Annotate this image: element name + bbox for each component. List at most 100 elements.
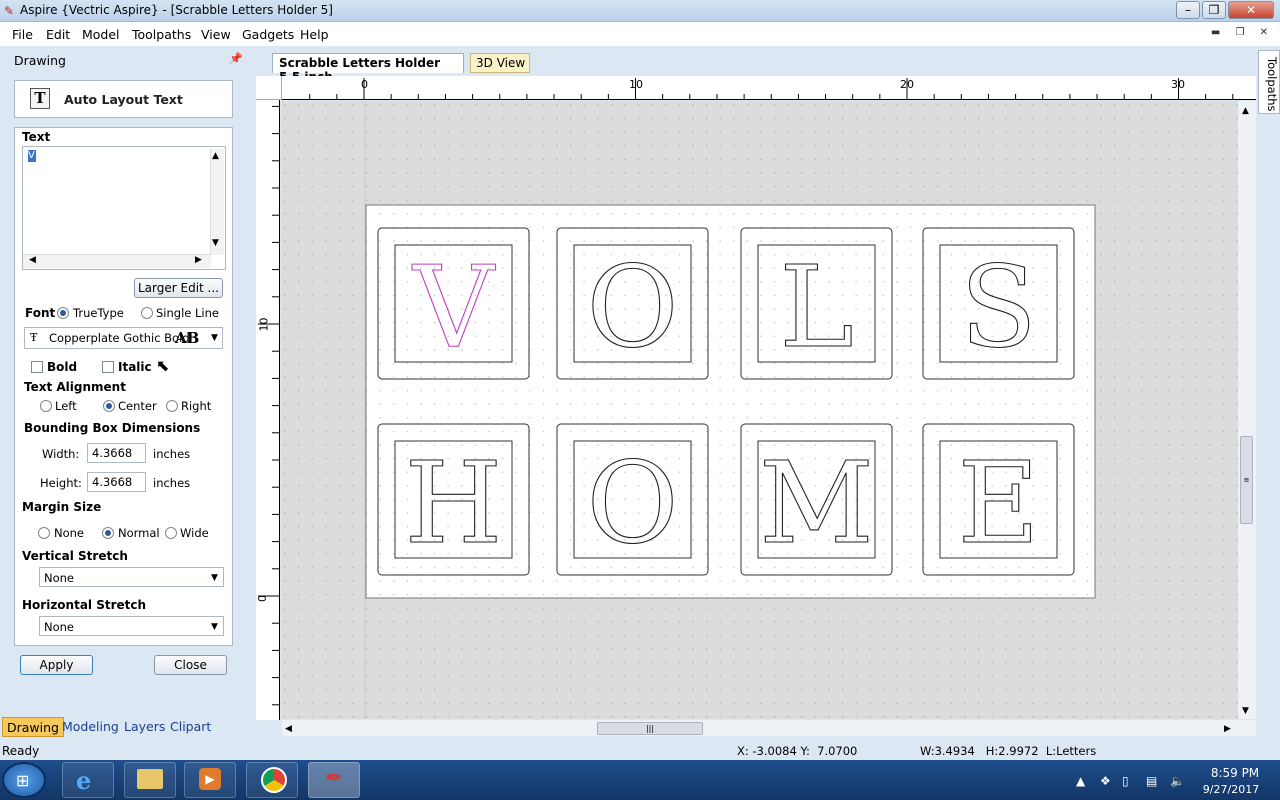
vstretch-label: Vertical Stretch <box>22 549 128 563</box>
vertical-scrollbar[interactable] <box>1238 101 1256 719</box>
vscroll-thumb[interactable]: ≡ <box>1240 436 1253 524</box>
menu-gadgets[interactable]: Gadgets <box>242 27 294 42</box>
chrome-icon <box>261 767 287 793</box>
tile-letter: O <box>587 243 679 373</box>
italic-checkbox[interactable] <box>102 361 114 373</box>
tile-letter: M <box>759 439 874 569</box>
bold-checkbox[interactable] <box>31 361 43 373</box>
tile-letter: H <box>405 439 503 569</box>
width-label: Width: <box>42 447 80 461</box>
chevron-down-icon[interactable]: ▼ <box>211 573 218 583</box>
tile-letter: V <box>411 243 496 373</box>
tile-letter: L <box>779 243 853 373</box>
height-field[interactable]: 4.3668 <box>87 472 146 492</box>
chevron-down-icon[interactable]: ▼ <box>211 622 218 632</box>
folder-icon <box>137 769 163 789</box>
scroll-down-icon[interactable]: ▼ <box>212 238 219 248</box>
larger-edit-button[interactable]: Larger Edit ... <box>134 278 223 298</box>
margin-normal-radio[interactable] <box>102 527 114 539</box>
vstretch-value: None <box>44 571 75 585</box>
width-units: inches <box>153 447 191 461</box>
tab-layers[interactable]: Layers <box>120 717 169 737</box>
cursor-coords: X: -3.0084 Y: 7.0700 <box>737 744 858 758</box>
align-right-radio[interactable] <box>166 400 178 412</box>
minimize-button[interactable]: – <box>1176 1 1200 19</box>
tab-drawing[interactable]: Drawing <box>2 717 64 737</box>
bbox-label: Bounding Box Dimensions <box>24 421 201 435</box>
dropbox-icon[interactable]: ❖ <box>1100 774 1111 788</box>
tab-modeling[interactable]: Modeling <box>58 717 123 737</box>
truetype-label: TrueType <box>73 306 124 320</box>
scroll-right-icon[interactable]: ▶ <box>195 255 202 265</box>
volume-icon[interactable]: 🔈 <box>1170 774 1185 788</box>
close-window-button[interactable]: ✕ <box>1228 1 1274 19</box>
tab-3d-view[interactable]: 3D View <box>470 53 530 73</box>
chevron-down-icon[interactable]: ▼ <box>211 333 218 343</box>
menu-edit[interactable]: Edit <box>46 27 70 42</box>
toolpaths-side-tab[interactable]: Toolpaths <box>1258 50 1280 114</box>
aspire-app-icon: ✎ <box>4 4 15 18</box>
close-button[interactable]: Close <box>154 655 227 675</box>
scroll-down-icon[interactable]: ▼ <box>1242 706 1249 716</box>
menu-help[interactable]: Help <box>300 27 329 42</box>
height-label: Height: <box>40 476 82 490</box>
text-label: Text <box>22 130 51 144</box>
internet-explorer-icon: e <box>76 766 92 795</box>
align-label: Text Alignment <box>24 380 126 394</box>
text-hscroll[interactable] <box>23 254 211 268</box>
tile-letter: E <box>958 439 1040 569</box>
clock-date[interactable]: 9/27/2017 <box>1200 783 1262 796</box>
align-right-label: Right <box>181 399 212 413</box>
align-center-radio[interactable] <box>103 400 115 412</box>
menu-model[interactable]: Model <box>82 27 120 42</box>
menu-file[interactable]: File <box>12 27 33 42</box>
scroll-left-icon[interactable]: ◀ <box>285 724 292 734</box>
height-units: inches <box>153 476 191 490</box>
panel-title: Drawing <box>14 53 66 68</box>
pin-icon[interactable]: 📌 <box>229 52 243 65</box>
scroll-up-icon[interactable]: ▲ <box>1242 106 1249 116</box>
mdi-window-controls[interactable]: ▬ ❐ ✕ <box>1211 27 1274 38</box>
margin-wide-radio[interactable] <box>165 527 177 539</box>
margin-normal-label: Normal <box>118 526 160 540</box>
tab-3d-view-label: 3D View <box>476 56 526 70</box>
scroll-left-icon[interactable]: ◀ <box>29 255 36 265</box>
media-player-icon: ▶ <box>199 768 221 790</box>
maximize-button[interactable]: ❐ <box>1202 1 1226 19</box>
text-input-value: V <box>28 150 36 162</box>
tab-clipart[interactable]: Clipart <box>166 717 215 737</box>
italic-label: Italic <box>118 360 152 374</box>
hscroll-thumb[interactable]: ||| <box>597 722 703 735</box>
font-name: Copperplate Gothic Bold <box>49 331 190 345</box>
tray-overflow-icon[interactable]: ▲ <box>1076 774 1085 788</box>
scroll-up-icon[interactable]: ▲ <box>212 151 219 161</box>
tab-2d-view[interactable]: Scrabble Letters Holder 5.5 inch <box>272 53 464 84</box>
menu-toolpaths[interactable]: Toolpaths <box>132 27 191 42</box>
margin-wide-label: Wide <box>180 526 209 540</box>
margin-none-radio[interactable] <box>38 527 50 539</box>
truetype-radio[interactable] <box>57 307 69 319</box>
apply-button[interactable]: Apply <box>20 655 93 675</box>
device-icon[interactable]: ▯ <box>1122 774 1129 788</box>
truetype-font-icon: Ŧ <box>30 331 38 344</box>
singleline-radio[interactable] <box>141 307 153 319</box>
mouse-cursor: ⬉ <box>156 356 170 375</box>
align-left-label: Left <box>55 399 77 413</box>
hstretch-label: Horizontal Stretch <box>22 598 147 612</box>
align-left-radio[interactable] <box>40 400 52 412</box>
aspire-feather-icon: ✒ <box>325 766 344 791</box>
canvas-svg: V O L S H O M E <box>281 101 1255 719</box>
bold-label: Bold <box>47 360 78 374</box>
text-input[interactable] <box>22 146 226 270</box>
menu-bar <box>0 22 1280 46</box>
font-label: Font <box>25 306 56 320</box>
clock-time[interactable]: 8:59 PM <box>1206 766 1264 780</box>
status-text: Ready <box>2 744 40 758</box>
window-title: Aspire {Vectric Aspire} - [Scrabble Lett… <box>20 3 333 17</box>
width-field[interactable]: 4.3668 <box>87 443 146 463</box>
network-icon[interactable]: ▤ <box>1146 774 1157 788</box>
drawing-canvas[interactable]: VOLS HOME <box>281 101 1255 719</box>
scroll-right-icon[interactable]: ▶ <box>1224 724 1231 734</box>
menu-view[interactable]: View <box>201 27 231 42</box>
horizontal-scrollbar[interactable] <box>282 720 1256 736</box>
